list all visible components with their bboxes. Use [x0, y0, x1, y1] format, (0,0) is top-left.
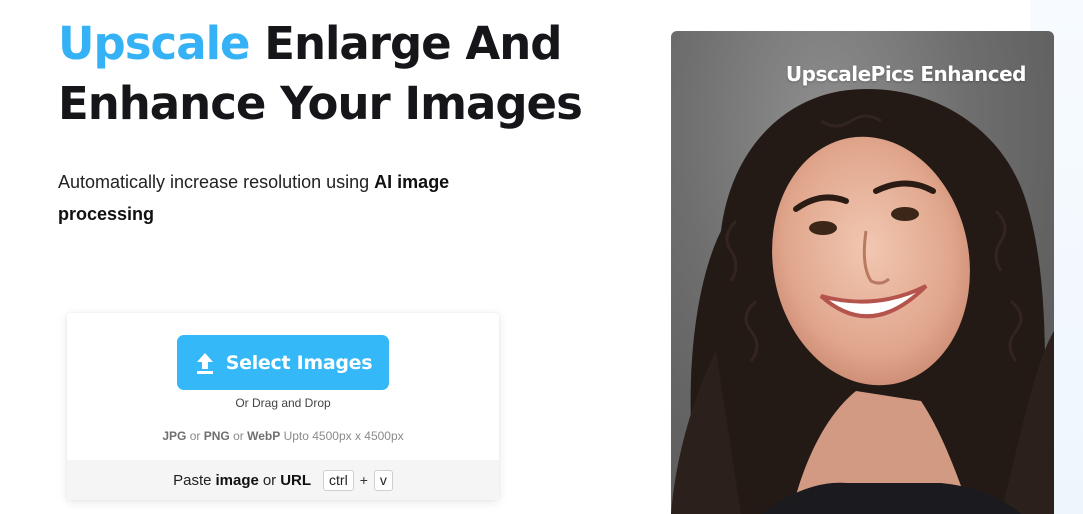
paste-prefix: Paste: [173, 471, 212, 489]
hero-title-accent: Upscale: [58, 17, 251, 70]
supported-formats: JPG or PNG or WebP Upto 4500px x 4500px: [67, 429, 499, 443]
subtitle-text: Automatically increase resolution using: [58, 172, 375, 192]
select-images-label: Select Images: [225, 351, 373, 374]
hero-title-line2: Enhance Your Images: [58, 77, 583, 130]
upload-arrow-icon: [196, 352, 213, 374]
upload-card[interactable]: Select Images Or Drag and Drop JPG or PN…: [67, 313, 499, 500]
portrait-illustration: [671, 89, 1054, 514]
format-or-1: or: [189, 429, 201, 443]
select-images-button[interactable]: Select Images: [177, 335, 389, 390]
format-jpg: JPG: [162, 429, 187, 443]
format-or-2: or: [233, 429, 244, 443]
preview-caption: UpscalePics Enhanced: [785, 62, 1027, 86]
paste-url: URL: [280, 471, 312, 489]
format-png: PNG: [203, 429, 230, 443]
paste-bar[interactable]: Paste image or URL ctrl + v: [67, 460, 499, 500]
paste-or: or: [262, 471, 277, 489]
enhanced-preview-image: UpscalePics Enhanced: [671, 31, 1054, 514]
format-webp: WebP: [247, 429, 281, 443]
drag-drop-text: Or Drag and Drop: [235, 396, 331, 410]
hero-title: Upscale Enlarge And Enhance Your Images: [58, 14, 583, 134]
hero-subtitle: Automatically increase resolution using …: [58, 166, 498, 230]
hero-title-rest: Enlarge And: [264, 17, 562, 70]
paste-image: image: [215, 471, 259, 489]
format-size-limit: Upto 4500px x 4500px: [283, 429, 404, 443]
ctrl-key: ctrl: [323, 469, 354, 491]
plus-sign: +: [359, 472, 368, 488]
v-key: v: [373, 469, 393, 491]
